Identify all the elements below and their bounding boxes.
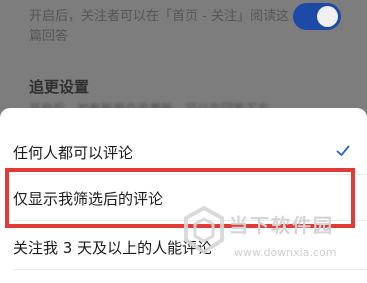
option-label: 任何人都可以评论 bbox=[13, 144, 134, 162]
visibility-setting-description-cont: 篇回答 bbox=[29, 29, 69, 44]
toggle-knob bbox=[317, 6, 338, 27]
watermark-url: www.downxia.com bbox=[234, 246, 337, 259]
visibility-setting-description: 开启后，关注者可以在「首页 - 关注」阅读这 bbox=[29, 9, 289, 24]
watermark-name: 当下软件园 bbox=[229, 215, 335, 237]
divider bbox=[13, 269, 367, 270]
watermark-logo bbox=[184, 206, 224, 254]
checkmark-icon bbox=[336, 145, 350, 156]
follow-feed-toggle[interactable] bbox=[293, 3, 341, 30]
update-settings-title: 追更设置 bbox=[29, 78, 90, 96]
